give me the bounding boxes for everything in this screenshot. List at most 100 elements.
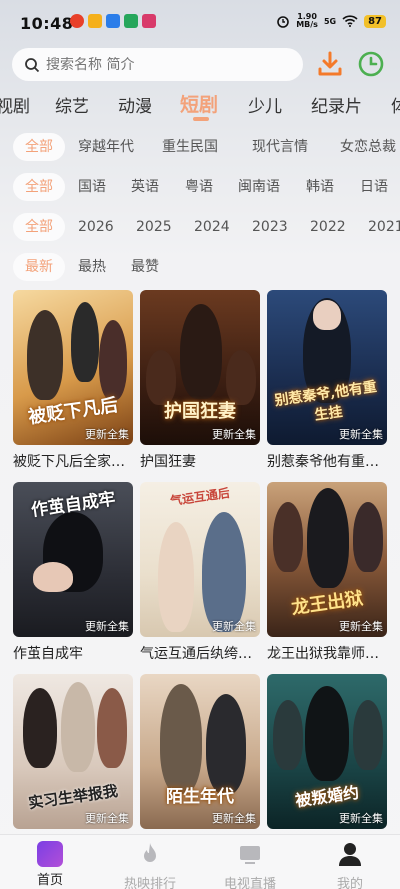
language-chip[interactable]: 日语 [360, 173, 388, 201]
nav-label: 我的 [336, 877, 363, 889]
drama-title: 气运互通后纨绔… [140, 646, 252, 662]
sort-chip-likes[interactable]: 最赞 [131, 253, 159, 281]
poster-figure [158, 522, 194, 632]
nav-label: 电视直播 [223, 877, 276, 889]
tab-tv-series[interactable]: 视剧 [0, 92, 30, 117]
tab-kids[interactable]: 少儿 [248, 92, 282, 117]
poster-figure [307, 488, 349, 588]
sort-chip-latest[interactable]: 最新 [13, 253, 65, 281]
tab-short-drama[interactable]: 短剧 [180, 90, 218, 117]
search-bar[interactable] [12, 48, 303, 81]
user-icon [339, 843, 361, 866]
poster-figure [273, 700, 303, 770]
poster-title-art: 别惹秦爷,他有重生挂 [273, 379, 378, 424]
status-bar: 10:48 1.90 MB/s 5G 87 [0, 0, 400, 46]
download-icon[interactable] [316, 50, 344, 78]
drama-title: 作茧自成牢 [13, 646, 83, 662]
poster-title-art: 护国狂妻 [164, 401, 236, 422]
poster-figure [202, 512, 246, 632]
drama-card[interactable]: 龙王出狱 更新全集 龙王出狱我靠师… [267, 482, 387, 663]
bottom-navigation: 首页 热映排行 电视直播 我的 [0, 834, 400, 889]
poster-figure [206, 694, 246, 794]
language-chip[interactable]: 闽南语 [238, 173, 280, 201]
poster-figure [23, 688, 57, 768]
tab-documentary[interactable]: 纪录片 [311, 92, 362, 117]
year-chip[interactable]: 2024 [194, 213, 230, 241]
active-tab-indicator [193, 117, 209, 121]
drama-title: 龙王出狱我靠师… [267, 646, 379, 662]
poster-title-art: 陌生年代 [166, 787, 234, 807]
history-icon[interactable] [357, 50, 385, 78]
search-input[interactable] [46, 56, 276, 73]
language-chip[interactable]: 韩语 [306, 173, 334, 201]
weibo-icon [70, 14, 84, 28]
poster-image: 别惹秦爷,他有重生挂 更新全集 [267, 290, 387, 445]
year-filter-row: 全部 2026 2025 2024 2023 2022 2021 [0, 213, 400, 241]
tv-icon [240, 846, 260, 864]
app-notification-icon [88, 14, 102, 28]
update-badge: 更新全集 [339, 620, 383, 633]
tab-sports[interactable]: 体 [391, 92, 400, 117]
tab-variety[interactable]: 综艺 [55, 92, 89, 117]
drama-card[interactable]: 气运互通后 更新全集 气运互通后纨绔… [140, 482, 260, 663]
language-chip[interactable]: 国语 [78, 173, 106, 201]
nav-home[interactable]: 首页 [10, 841, 90, 888]
genre-chip-all[interactable]: 全部 [13, 133, 65, 161]
year-chip[interactable]: 2022 [310, 213, 346, 241]
nav-trending[interactable]: 热映排行 [110, 841, 190, 889]
nav-label: 首页 [36, 873, 63, 888]
drama-title: 别惹秦爷他有重… [267, 454, 379, 470]
notification-icons [70, 14, 156, 28]
sort-filter-row: 最新 最热 最赞 [0, 253, 400, 281]
tab-anime[interactable]: 动漫 [118, 92, 152, 117]
update-badge: 更新全集 [85, 428, 129, 441]
year-chip[interactable]: 2026 [78, 213, 114, 241]
genre-chip[interactable]: 重生民国 [162, 133, 218, 161]
drama-title: 被贬下凡后全家… [13, 454, 125, 470]
poster-figure [27, 310, 63, 400]
poster-figure [273, 502, 303, 572]
poster-figure [160, 684, 202, 794]
poster-figure [71, 302, 99, 382]
year-chip[interactable]: 2025 [136, 213, 172, 241]
update-badge: 更新全集 [212, 812, 256, 825]
poster-figure [97, 688, 127, 768]
network-speed: 1.90 MB/s [296, 12, 318, 29]
poster-title-art: 被叛婚约 [294, 782, 361, 811]
poster-figure [353, 700, 383, 770]
language-chip[interactable]: 英语 [131, 173, 159, 201]
drama-card[interactable]: 被贬下凡后 更新全集 被贬下凡后全家… [13, 290, 133, 471]
drama-card[interactable]: 实习生举报我 更新全集 [13, 674, 133, 835]
status-time: 10:48 [20, 14, 74, 33]
drama-card[interactable]: 被叛婚约 更新全集 [267, 674, 387, 835]
nav-live-tv[interactable]: 电视直播 [210, 841, 290, 889]
year-chip[interactable]: 2023 [252, 213, 288, 241]
category-tabs: 视剧 综艺 动漫 短剧 少儿 纪录片 体 [0, 88, 400, 122]
poster-figure [33, 562, 73, 592]
poster-image: 被叛婚约 更新全集 [267, 674, 387, 829]
language-chip[interactable]: 粤语 [185, 173, 213, 201]
poster-figure [305, 686, 349, 781]
drama-card[interactable]: 陌生年代 更新全集 [140, 674, 260, 835]
home-app-icon [37, 841, 63, 867]
update-badge: 更新全集 [339, 812, 383, 825]
update-badge: 更新全集 [85, 620, 129, 633]
nav-profile[interactable]: 我的 [310, 841, 390, 889]
year-chip-all[interactable]: 全部 [13, 213, 65, 241]
genre-filter-row: 全部 穿越年代 重生民国 现代言情 女恋总裁 [0, 133, 400, 161]
year-chip[interactable]: 2021 [368, 213, 400, 241]
poster-title-art: 气运互通后 [169, 485, 231, 509]
genre-chip[interactable]: 现代言情 [252, 133, 308, 161]
update-badge: 更新全集 [212, 428, 256, 441]
genre-chip[interactable]: 女恋总裁 [340, 133, 396, 161]
poster-figure [353, 502, 383, 572]
poster-image: 陌生年代 更新全集 [140, 674, 260, 829]
drama-card[interactable]: 护国狂妻 更新全集 护国狂妻 [140, 290, 260, 471]
language-chip-all[interactable]: 全部 [13, 173, 65, 201]
search-icon [25, 57, 40, 72]
genre-chip[interactable]: 穿越年代 [78, 133, 134, 161]
drama-card[interactable]: 作茧自成牢 更新全集 作茧自成牢 [13, 482, 133, 663]
alarm-icon [277, 16, 289, 28]
sort-chip-hot[interactable]: 最热 [78, 253, 106, 281]
drama-card[interactable]: 别惹秦爷,他有重生挂 更新全集 别惹秦爷他有重… [267, 290, 387, 471]
